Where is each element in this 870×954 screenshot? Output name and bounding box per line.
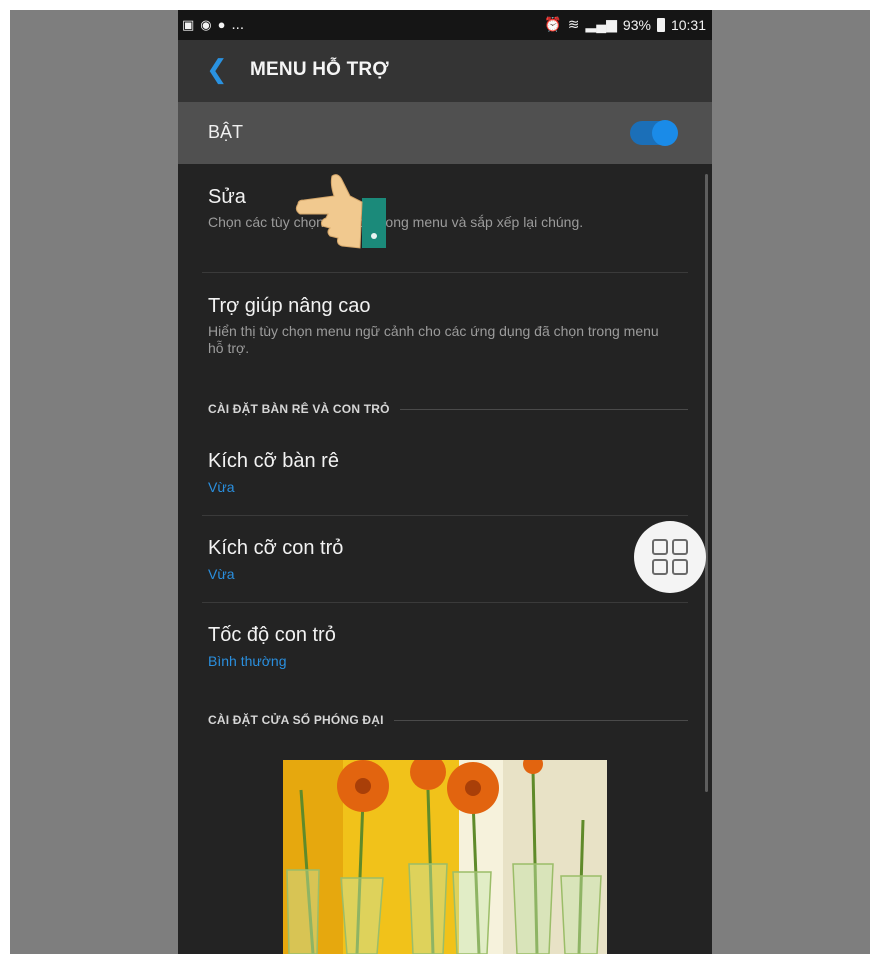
status-left: ▣ ◉ ● ... [182,16,244,33]
image-icon: ▣ [182,16,195,32]
master-switch-label: BẬT [208,122,244,142]
edit-item[interactable]: Sửa Chọn các tùy chọn hiển thị trong men… [208,186,688,231]
section-line [399,408,688,410]
pointing-hand-icon [295,174,386,249]
pointer-size-title: Kích cỡ con trỏ [208,537,344,559]
left-margin [10,10,178,954]
pad-size-item[interactable]: Kích cỡ bàn rê Vừa [208,450,688,495]
section-label: CÀI ĐẶT CỬA SỔ PHÓNG ĐẠI [208,713,384,727]
edit-description: Chọn các tùy chọn hiển thị trong menu và… [208,214,584,230]
pad-size-value: Vừa [208,479,235,495]
pad-size-title: Kích cỡ bàn rê [208,450,339,472]
app-bar: ❮ MENU HỖ TRỢ [178,40,712,102]
divider [202,602,688,603]
pointer-size-item[interactable]: Kích cỡ con trỏ Vừa [208,537,688,582]
advanced-help-item[interactable]: Trợ giúp nâng cao Hiển thị tùy chọn menu… [208,295,688,357]
magnifier-preview-image [283,760,607,954]
divider [202,272,688,273]
chat-icon: ● [217,17,226,32]
pointer-speed-title: Tốc độ con trỏ [208,624,336,646]
back-arrow-icon[interactable]: ❮ [206,54,228,85]
section-header-pad-pointer: CÀI ĐẶT BÀN RÊ VÀ CON TRỎ [208,402,688,416]
master-toggle[interactable] [630,120,678,146]
battery-icon [656,17,665,32]
sync-icon: ◉ [200,16,212,32]
section-header-zoom: CÀI ĐẶT CỬA SỔ PHÓNG ĐẠI [208,713,688,727]
page-title: MENU HỖ TRỢ [250,59,389,80]
pointer-speed-value: Bình thường [208,653,287,669]
signal-icon: ▂▄▆ [585,16,617,32]
status-bar: ▣ ◉ ● ... ⏰ ≋ ▂▄▆ 93% 10:31 [178,10,712,40]
alarm-icon: ⏰ [544,16,562,32]
assistant-menu-button[interactable] [634,521,706,593]
section-line [393,719,688,721]
clock: 10:31 [670,16,706,33]
advanced-help-description: Hiển thị tùy chọn menu ngữ cảnh cho các … [208,323,659,356]
grid-icon [652,539,688,575]
right-margin [712,10,870,954]
toggle-knob [652,120,678,146]
scrollbar[interactable] [705,174,708,792]
edit-title: Sửa [208,186,246,208]
status-right: ⏰ ≋ ▂▄▆ 93% 10:31 [544,16,706,33]
wifi-icon: ≋ [567,16,580,32]
battery-percent: 93% [622,16,651,33]
pointer-speed-item[interactable]: Tốc độ con trỏ Bình thường [208,624,688,669]
phone-screen: ▣ ◉ ● ... ⏰ ≋ ▂▄▆ 93% 10:31 ❮ MENU HỖ TR… [178,10,712,954]
section-label: CÀI ĐẶT BÀN RÊ VÀ CON TRỎ [208,402,390,416]
advanced-help-title: Trợ giúp nâng cao [208,295,371,317]
master-switch-row[interactable]: BẬT [178,102,712,164]
more-notifications: ... [231,16,245,33]
divider [202,515,688,516]
pointer-size-value: Vừa [208,566,235,582]
